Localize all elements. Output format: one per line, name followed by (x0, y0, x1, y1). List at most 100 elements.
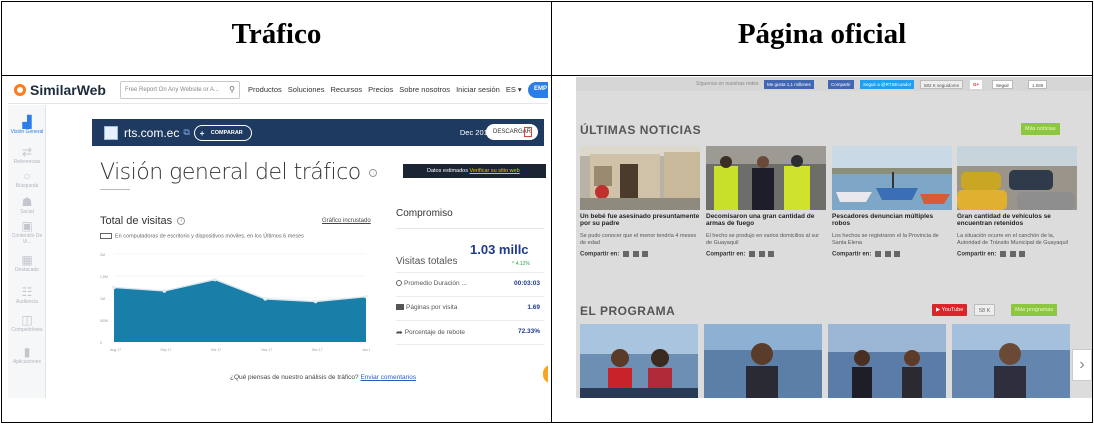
sidebar-item-search[interactable]: ○ Búsqueda (8, 169, 46, 189)
program-thumbnail[interactable] (828, 324, 946, 398)
twitter-icon[interactable] (1009, 251, 1016, 257)
facebook-icon[interactable] (1000, 251, 1007, 257)
twitter-follow-button[interactable]: Seguir a @RTSEcuador (860, 80, 915, 89)
news-image-police[interactable] (706, 146, 826, 210)
news-card[interactable]: Decomisaron una gran cantidad de armas d… (706, 146, 826, 258)
devices-icon (100, 233, 112, 239)
emp-button[interactable]: EMP (528, 82, 548, 98)
page-title: Visión general del tráfico i (100, 160, 378, 185)
column-divider (551, 2, 552, 422)
program-thumbnail[interactable] (704, 324, 822, 398)
facebook-icon[interactable] (875, 251, 882, 257)
facebook-like-button[interactable]: Me gusta 1,1 millones (764, 80, 814, 89)
news-headline[interactable]: Pescadores denuncian múltiples robos (832, 213, 952, 227)
program-thumbnail[interactable] (580, 324, 698, 398)
news-card[interactable]: Un bebé fue asesinado presuntamente por … (580, 146, 700, 258)
compare-button[interactable]: COMPARAR (193, 124, 252, 141)
nav-precios[interactable]: Precios (368, 85, 393, 94)
news-headline[interactable]: Un bebé fue asesinado presuntamente por … (580, 213, 700, 227)
verify-site-link[interactable]: Verificar su sitio web (470, 168, 520, 174)
y-tick-label: 0 (100, 341, 102, 345)
share-label: Compartir en: (832, 251, 872, 258)
send-feedback-link[interactable]: Enviar comentarios (360, 374, 416, 381)
google-plus-icon[interactable]: G+ (970, 80, 983, 89)
boats-scene-image (832, 146, 952, 210)
nav-iniciar-sesion[interactable]: Iniciar sesión (456, 85, 500, 94)
main-nav: Productos Soluciones Recursos Precios So… (248, 85, 522, 94)
y-tick-label: 1M (100, 297, 105, 301)
metric-label-text: Promedio Duración ... (404, 280, 467, 287)
google-plus-icon[interactable] (768, 251, 775, 257)
similarweb-logo[interactable]: SimilarWeb (14, 82, 106, 98)
sidebar-item-apps[interactable]: ▮ Aplicaciones (8, 345, 46, 365)
news-image-house[interactable] (580, 146, 700, 210)
followers-count: 582 K seguidores (920, 80, 964, 89)
more-news-button[interactable]: Más noticias (1021, 123, 1060, 135)
carousel-next-button[interactable]: › (1072, 349, 1092, 381)
info-icon[interactable]: i (369, 169, 378, 177)
site-favicon-icon (104, 125, 118, 140)
sidebar-item-label: Referencias (13, 159, 41, 165)
share-row: Compartir en: (957, 251, 1077, 258)
facebook-share-button[interactable]: Compartir (828, 80, 854, 89)
pages-icon (396, 304, 404, 311)
nav-soluciones[interactable]: Soluciones (288, 85, 325, 94)
twitter-icon[interactable] (884, 251, 891, 257)
chat-bubble-icon[interactable] (543, 365, 548, 383)
news-headline[interactable]: Decomisaron una gran cantidad de armas d… (706, 213, 826, 227)
twitter-icon[interactable] (632, 251, 639, 257)
data-point[interactable] (263, 297, 267, 301)
news-card[interactable]: Pescadores denuncian múltiples robos Los… (832, 146, 952, 258)
news-card[interactable]: Gran cantidad de vehículos se encuentran… (957, 146, 1077, 258)
nav-productos[interactable]: Productos (248, 85, 282, 94)
program-thumbnail[interactable] (952, 324, 1070, 398)
google-plus-icon[interactable] (1019, 251, 1026, 257)
twitter-icon[interactable] (758, 251, 765, 257)
sidebar-item-audience[interactable]: ☷ Audiencia (8, 285, 46, 305)
sidebar: ▟ Visión General ⇄ Referencias ○ Búsqued… (8, 105, 46, 398)
share-row: Compartir en: (832, 251, 952, 258)
visits-area-chart: 2M 1.5M 1M 500K 0 Aug 17 Sep 17 Oct 17 Nov 17 Dec… (100, 253, 370, 352)
sidebar-item-referrals[interactable]: ⇄ Referencias (8, 145, 46, 165)
nav-recursos[interactable]: Recursos (330, 85, 362, 94)
facebook-icon[interactable] (749, 251, 756, 257)
external-link-icon[interactable]: ⧉ (183, 127, 189, 138)
google-plus-icon[interactable] (642, 251, 649, 257)
more-programs-button[interactable]: Más programas (1011, 304, 1058, 316)
total-visits-title: Total de visitas i (100, 215, 186, 227)
sidebar-item-display[interactable]: ▣ Contenido De Vi... (8, 219, 46, 245)
metric-label: Promedio Duración ... (396, 280, 467, 287)
nav-sobre-nosotros[interactable]: Sobre nosotros (399, 85, 450, 94)
google-plus-icon[interactable] (894, 251, 901, 257)
sidebar-item-label: Social (20, 209, 34, 215)
data-point[interactable] (213, 277, 217, 282)
sidebar-item-overview[interactable]: ▟ Visión General (8, 115, 46, 135)
news-headline[interactable]: Gran cantidad de vehículos se encuentran… (957, 213, 1077, 227)
kpi-divider (396, 344, 544, 345)
search-icon: ○ (23, 169, 31, 183)
data-point[interactable] (313, 299, 318, 304)
visits-trend-badge: ^ 4.12% (512, 261, 530, 267)
news-image-boats[interactable] (832, 146, 952, 210)
engagement-title: Compromiso (396, 208, 453, 219)
chart-icon: ▟ (22, 115, 32, 129)
sidebar-item-featured[interactable]: ▦ Destacado (8, 253, 46, 273)
program-heading: EL PROGRAMA (580, 304, 676, 318)
language-selector[interactable]: ES ▾ (506, 85, 522, 94)
bounce-arrow-icon: ➦ (396, 328, 403, 337)
kpi-divider (396, 296, 544, 297)
download-button[interactable]: DESCARGAR (486, 124, 538, 140)
gplus-follow-button[interactable]: Seguir (992, 80, 1014, 89)
youtube-label: YouTube (941, 307, 964, 313)
sidebar-item-competitors[interactable]: ◫ Competidores (8, 313, 46, 333)
sidebar-item-social[interactable]: ☗ Social (8, 195, 46, 215)
data-point[interactable] (162, 289, 167, 293)
info-icon[interactable]: i (177, 217, 186, 226)
data-point[interactable] (112, 285, 116, 290)
search-input[interactable]: Free Report On Any Website or A... ⚲ (120, 80, 240, 99)
embed-chart-link[interactable]: Gráfico incrustado (322, 218, 371, 224)
facebook-icon[interactable] (623, 251, 630, 257)
data-point[interactable] (364, 294, 368, 299)
news-image-cars[interactable] (957, 146, 1077, 210)
youtube-button[interactable]: ▶ YouTube (932, 304, 968, 316)
